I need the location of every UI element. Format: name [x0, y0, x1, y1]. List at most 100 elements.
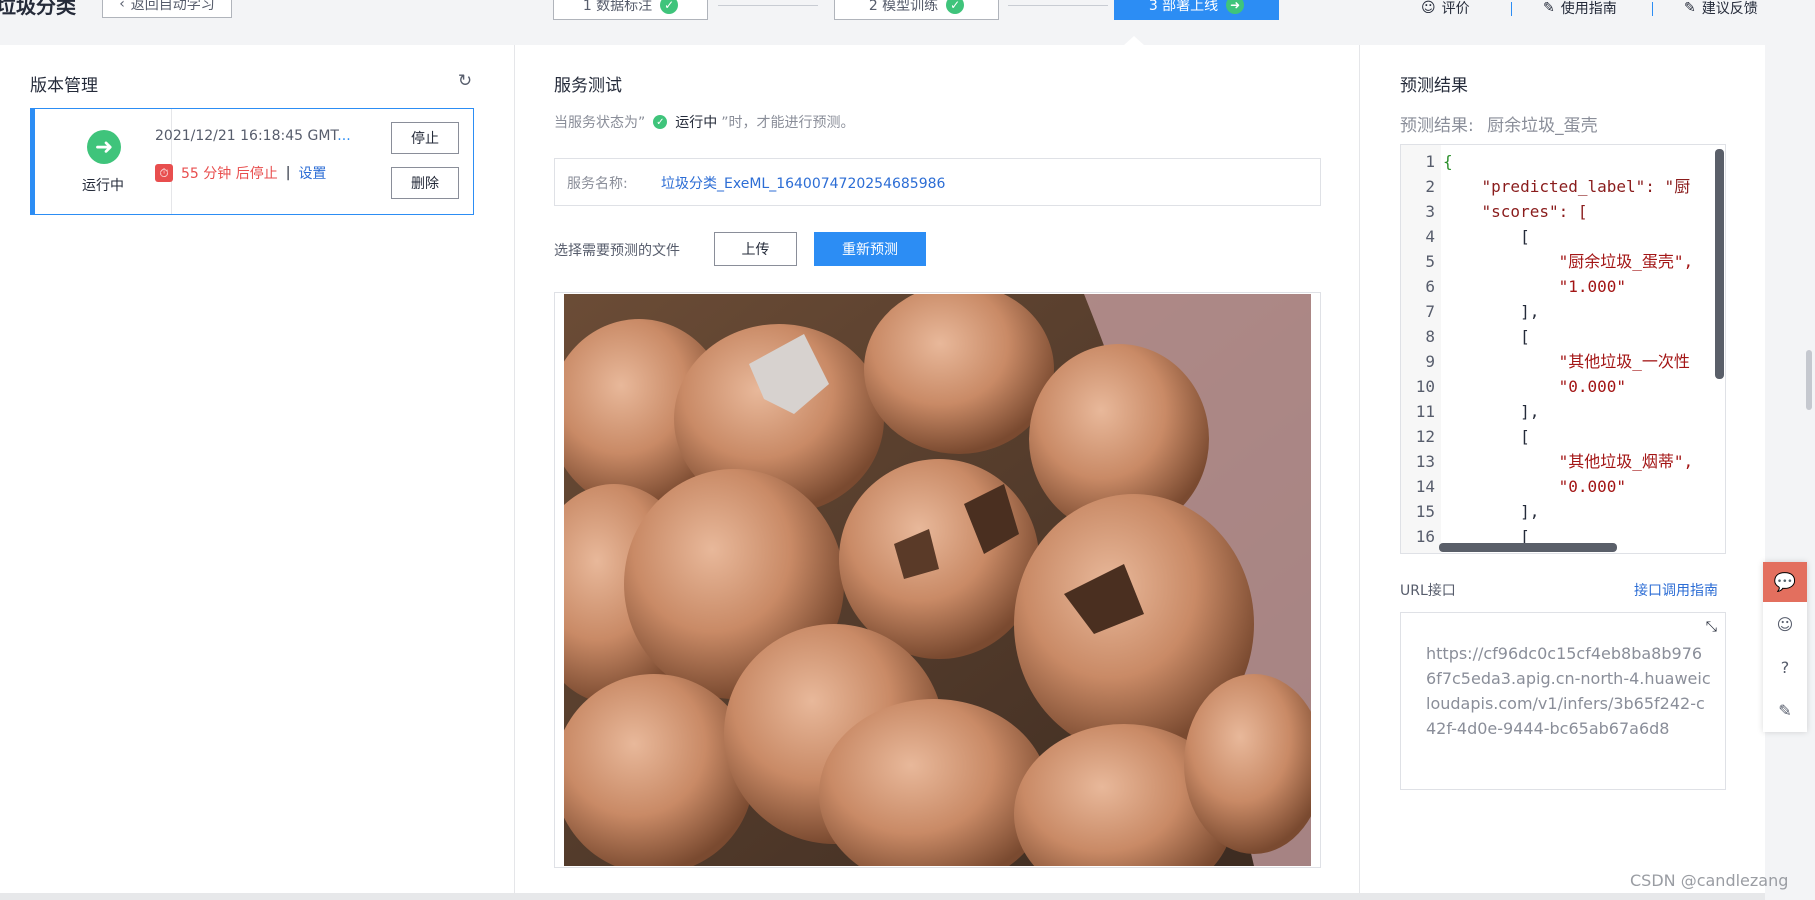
code-line: 3 "scores": [ [1401, 199, 1693, 224]
help-icon[interactable]: ? [1763, 647, 1807, 687]
prediction-json-editor[interactable]: 1{2 "predicted_label": "厨 3 "scores": [4 … [1400, 144, 1726, 554]
chat-icon[interactable]: 💬 [1763, 562, 1807, 602]
code-text: [ [1443, 227, 1530, 246]
rate-label: 评价 [1441, 1, 1470, 17]
step-connector [1008, 5, 1108, 6]
delete-button[interactable]: 删除 [391, 167, 459, 199]
resize-icon[interactable]: ⤡ [1706, 619, 1717, 635]
line-number: 10 [1415, 377, 1435, 396]
hint-prefix: 当服务状态为” [554, 115, 646, 131]
code-lines: 1{2 "predicted_label": "厨 3 "scores": [4 … [1401, 149, 1693, 549]
feedback-link[interactable]: ✎ 建议反馈 [1684, 0, 1758, 18]
url-box[interactable]: ⤡ https://cf96dc0c15cf4eb8ba8b9766f7c5ed… [1400, 612, 1726, 790]
version-created-time: 2021/12/21 16:18:45 GMT... [155, 128, 355, 144]
arrow-right-icon: ➜ [87, 130, 121, 164]
line-number: 7 [1425, 302, 1435, 321]
line-number: 9 [1425, 352, 1435, 371]
auto-stop-row: ⏱ 55 分钟 后停止 | 设置 [155, 163, 326, 183]
line-number: 2 [1425, 177, 1435, 196]
code-text: { [1443, 152, 1453, 171]
step-pointer [1124, 36, 1144, 45]
step-connector [718, 5, 818, 6]
rate-link[interactable]: ☺ 评价 [1421, 0, 1470, 18]
prediction-label-value: 厨余垃圾_蛋壳 [1487, 116, 1598, 136]
smile-icon[interactable]: ☺ [1763, 604, 1807, 644]
repredict-button[interactable]: 重新预测 [814, 232, 926, 266]
prediction-summary: 预测结果: 厨余垃圾_蛋壳 [1400, 111, 1598, 136]
line-number: 8 [1425, 327, 1435, 346]
line-number: 15 [1415, 502, 1435, 521]
smile-icon: ☺ [1421, 0, 1436, 16]
edit-icon[interactable]: ✎ [1763, 690, 1807, 730]
code-line: 12 [ [1401, 424, 1693, 449]
url-value: https://cf96dc0c15cf4eb8ba8b9766f7c5eda3… [1426, 644, 1711, 738]
line-number: 1 [1425, 152, 1435, 171]
code-text: ], [1443, 302, 1540, 321]
code-line: 15 ], [1401, 499, 1693, 524]
prediction-label-prefix: 预测结果: [1400, 116, 1474, 136]
floating-toolbar: 💬 ☺ ? ✎ [1763, 562, 1807, 732]
step-deploy[interactable]: 3 部署上线 ➜ [1114, 0, 1279, 20]
page-scrollbar[interactable] [1806, 350, 1812, 410]
feedback-icon: ✎ [1684, 0, 1696, 16]
stop-button[interactable]: 停止 [391, 122, 459, 154]
check-icon: ✓ [653, 115, 668, 129]
line-number: 11 [1415, 402, 1435, 421]
code-line: 4 [ [1401, 224, 1693, 249]
url-label: URL接口 [1400, 583, 1456, 599]
horizontal-scrollbar[interactable] [1439, 543, 1617, 552]
code-line: 14 "0.000" [1401, 474, 1693, 499]
code-text: "scores": [ [1443, 202, 1588, 221]
hint-suffix: ”时，才能进行预测。 [721, 115, 855, 131]
version-status: ➜ 运行中 [35, 109, 172, 214]
code-text: ], [1443, 402, 1540, 421]
prediction-title: 预测结果 [1400, 76, 1468, 96]
prediction-image-frame [554, 292, 1321, 868]
line-number: 13 [1415, 452, 1435, 471]
step-label: 2 模型训练 [868, 0, 939, 14]
service-name-box: 服务名称: 垃圾分类_ExeML_1640074720254685986 [554, 158, 1321, 206]
eggshell-photo [564, 294, 1311, 866]
service-name-label: 服务名称: [567, 176, 628, 192]
code-line: 11 ], [1401, 399, 1693, 424]
right-gutter [1765, 0, 1815, 900]
code-text: "其他垃圾_一次性 [1443, 352, 1690, 371]
check-icon: ✓ [946, 0, 965, 14]
hint-status: 运行中 [675, 115, 718, 131]
feedback-label: 建议反馈 [1701, 1, 1758, 17]
code-line: 1{ [1401, 149, 1693, 174]
code-text: [ [1443, 427, 1530, 446]
ellipsis: ... [337, 128, 351, 144]
code-text: "厨余垃圾_蛋壳", [1443, 252, 1694, 271]
code-text: "predicted_label": "厨 [1443, 177, 1691, 196]
step-model-training[interactable]: 2 模型训练 ✓ [834, 0, 999, 20]
url-guide-link[interactable]: 接口调用指南 [1634, 580, 1718, 600]
service-name-value: 垃圾分类_ExeML_1640074720254685986 [661, 176, 946, 192]
back-button[interactable]: ‹ 返回自动学习 [102, 0, 232, 18]
settings-link[interactable]: 设置 [298, 163, 326, 183]
guide-label: 使用指南 [1560, 1, 1617, 17]
line-number: 14 [1415, 477, 1435, 496]
code-line: 13 "其他垃圾_烟蒂", [1401, 449, 1693, 474]
line-number: 12 [1415, 427, 1435, 446]
service-hint: 当服务状态为” ✓ 运行中 ”时，才能进行预测。 [554, 112, 855, 132]
service-test-title: 服务测试 [554, 76, 622, 96]
refresh-icon[interactable]: ↻ [456, 72, 474, 90]
guide-link[interactable]: ✎ 使用指南 [1543, 0, 1617, 18]
code-text: [ [1443, 327, 1530, 346]
edit-icon: ✎ [1543, 0, 1555, 16]
divider: | [285, 165, 291, 181]
bottom-scrollbar[interactable] [0, 893, 1765, 900]
step-data-labeling[interactable]: 1 数据标注 ✓ [553, 0, 708, 20]
vertical-scrollbar[interactable] [1715, 149, 1724, 379]
chevron-left-icon: ‹ [119, 0, 125, 12]
code-line: 9 "其他垃圾_一次性 [1401, 349, 1693, 374]
line-number: 6 [1425, 277, 1435, 296]
code-line: 7 ], [1401, 299, 1693, 324]
divider [1511, 2, 1512, 16]
version-card[interactable]: ➜ 运行中 2021/12/21 16:18:45 GMT... ⏱ 55 分钟… [30, 108, 474, 215]
app-title: 垃圾分类 [0, 0, 76, 18]
line-number: 3 [1425, 202, 1435, 221]
upload-button[interactable]: 上传 [714, 232, 797, 266]
divider [1652, 2, 1653, 16]
